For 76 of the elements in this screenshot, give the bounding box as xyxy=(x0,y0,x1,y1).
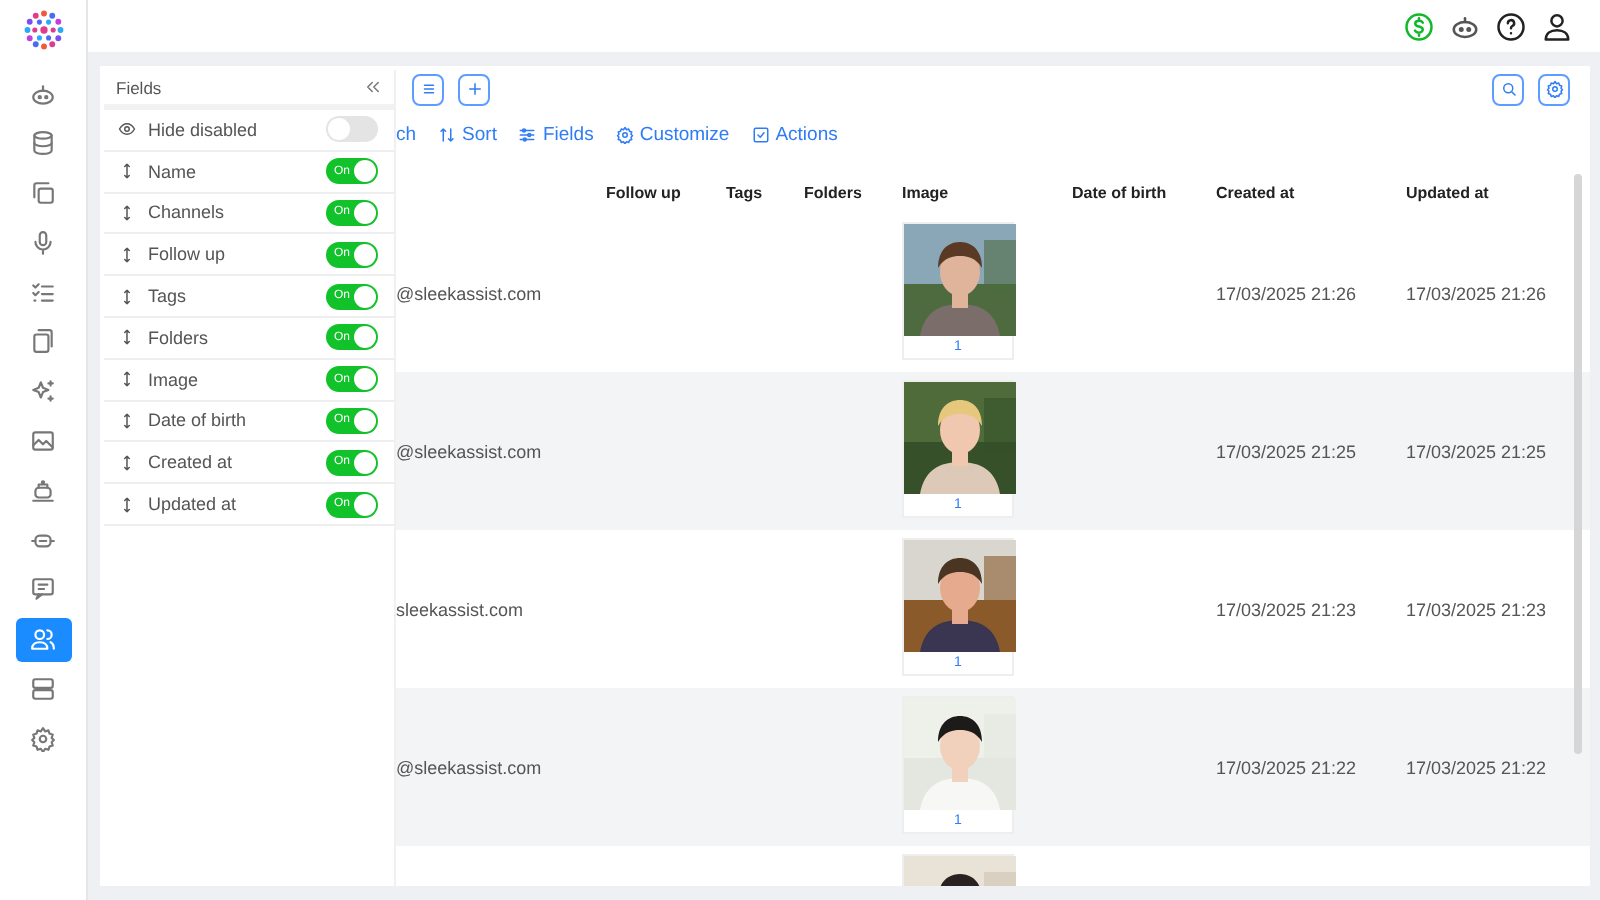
database-icon xyxy=(30,130,56,157)
sidebar-button[interactable] xyxy=(15,617,71,662)
table-cell-text: @sleekassist.com xyxy=(396,441,544,461)
settings-icon xyxy=(30,725,56,752)
column-header: Follow up xyxy=(606,183,683,201)
image-icon xyxy=(30,428,56,455)
sparkle-icon xyxy=(30,378,56,405)
settings-button[interactable] xyxy=(1538,73,1570,105)
field-label: Date of birth xyxy=(148,410,249,431)
gear-icon xyxy=(615,125,634,143)
column-header: Date of birth xyxy=(1072,183,1169,201)
table-cell-text: 17/03/2025 21:22 xyxy=(1406,757,1549,777)
sort-icon xyxy=(438,125,457,143)
documents-icon xyxy=(30,328,56,355)
copy-icon xyxy=(30,180,56,207)
settings-icon xyxy=(1545,80,1563,98)
table-cell-text: 17/03/2025 21:23 xyxy=(1406,599,1549,619)
column-header: Folders xyxy=(804,183,864,201)
list-icon xyxy=(419,80,437,98)
help-icon xyxy=(1496,11,1526,41)
column-header: Image xyxy=(902,183,951,201)
users-icon xyxy=(30,626,56,653)
list-button[interactable] xyxy=(412,73,444,105)
drag-handle-icon xyxy=(118,495,136,514)
checkbox-icon xyxy=(751,125,770,143)
table-cell-text: 17/03/2025 21:26 xyxy=(1216,283,1359,303)
table-cell-text: 17/03/2025 21:25 xyxy=(1216,441,1359,461)
table-cell-text: 17/03/2025 21:26 xyxy=(1406,283,1549,303)
table-cell-text: @sleekassist.com xyxy=(396,757,544,777)
drag-handle-icon xyxy=(118,203,136,222)
drag-handle-icon xyxy=(118,370,136,389)
drag-handle-icon xyxy=(118,328,136,347)
checklist-icon xyxy=(30,279,56,306)
user-icon xyxy=(1542,11,1572,41)
drag-handle-icon xyxy=(118,162,136,181)
column-header: Created at xyxy=(1216,183,1297,201)
double-chevron-left-icon xyxy=(364,78,382,96)
customize-button[interactable]: Customize xyxy=(615,123,730,145)
table-cell-text: 17/03/2025 21:23 xyxy=(1216,599,1359,619)
field-label: Created at xyxy=(148,452,235,473)
drag-handle-icon xyxy=(118,453,136,472)
field-label: Tags xyxy=(148,286,189,307)
microphone-icon xyxy=(30,229,56,256)
toggle-switch[interactable] xyxy=(326,116,378,143)
server-icon xyxy=(30,676,56,703)
field-label: Image xyxy=(148,369,201,390)
table-cell-text: 17/03/2025 21:22 xyxy=(1216,757,1359,777)
dollar-icon xyxy=(1404,11,1434,41)
row-label: Hide disabled xyxy=(148,119,260,140)
field-label: Channels xyxy=(148,202,227,223)
field-label: Follow up xyxy=(148,244,228,265)
column-header: Tags xyxy=(726,183,765,201)
sliders-icon xyxy=(518,125,537,143)
column-header: Updated at xyxy=(1406,183,1491,201)
sort-button[interactable]: Sort xyxy=(438,123,497,145)
add-button[interactable] xyxy=(458,73,490,105)
toolbar-link[interactable]: ch xyxy=(396,123,417,145)
drag-handle-icon xyxy=(118,287,136,306)
plus-icon xyxy=(465,80,483,98)
actions-button[interactable]: Actions xyxy=(751,123,838,145)
field-label: Folders xyxy=(148,327,211,348)
field-label: Updated at xyxy=(148,494,239,515)
drag-handle-icon xyxy=(118,245,136,264)
search-icon xyxy=(1499,80,1517,98)
fields-button[interactable]: Fields xyxy=(518,123,594,145)
table-cell-text: 17/03/2025 21:25 xyxy=(1406,441,1549,461)
logo-icon xyxy=(21,8,65,52)
panel-title: Fields xyxy=(116,77,162,97)
search-button[interactable] xyxy=(1492,73,1524,105)
field-label: Name xyxy=(148,161,199,182)
chat-icon xyxy=(30,576,56,603)
eye-icon xyxy=(118,120,136,139)
collapse-button[interactable] xyxy=(364,78,382,96)
drag-handle-icon xyxy=(118,411,136,430)
table-cell-text: sleekassist.com xyxy=(396,599,526,619)
table-cell-text: @sleekassist.com xyxy=(396,283,544,303)
